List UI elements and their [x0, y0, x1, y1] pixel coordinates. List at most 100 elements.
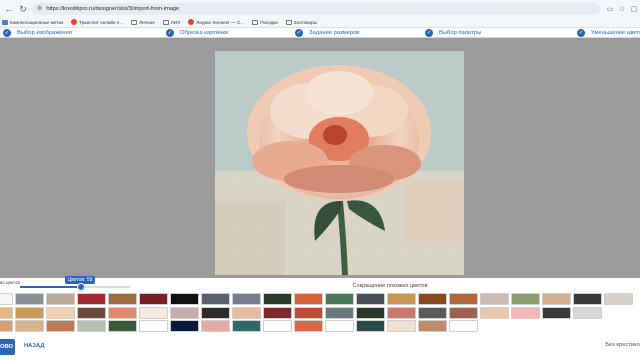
palette-swatch[interactable] — [108, 320, 137, 332]
bookmark-item[interactable]: ЛИЛ — [162, 19, 181, 25]
wizard-step-label: Задание размеров — [309, 30, 360, 36]
wizard-step[interactable]: ✓ Выбор палитры — [425, 29, 481, 37]
bookmark-item[interactable]: Зоотовары — [285, 19, 317, 25]
slider-thumb[interactable] — [76, 282, 85, 291]
palette-swatch[interactable] — [108, 293, 137, 305]
palette-swatch[interactable] — [46, 320, 75, 332]
palette-swatch[interactable] — [0, 307, 13, 319]
folder-icon — [162, 19, 169, 25]
no-cross-toggle[interactable]: Без крестико — [605, 342, 640, 348]
site-info-icon[interactable]: ⚙ — [37, 5, 42, 12]
palette-swatch[interactable] — [46, 293, 75, 305]
palette-swatch[interactable] — [511, 293, 540, 305]
extensions-icon[interactable]: ▢ — [630, 5, 638, 13]
palette-swatch[interactable] — [0, 320, 13, 332]
palette-swatch[interactable] — [294, 307, 323, 319]
palette-swatch[interactable] — [170, 320, 199, 332]
bookmark-label: Яндекс Коннект — С... — [196, 19, 245, 25]
palette-swatch[interactable] — [387, 320, 416, 332]
palette-swatch[interactable] — [139, 320, 168, 332]
cast-icon[interactable]: ▭ — [606, 5, 614, 13]
wizard-step[interactable]: ✓ Обрезка картинки — [166, 29, 228, 37]
palette-swatch[interactable] — [15, 293, 44, 305]
colors-slider[interactable]: Цветов: 59 — [20, 276, 130, 291]
back-arrow-icon[interactable]: ← — [4, 4, 14, 14]
wizard-step-label: Выбор изображения — [17, 30, 72, 36]
folder-icon — [131, 19, 138, 25]
pattern-preview-image — [215, 51, 464, 275]
palette-swatch[interactable] — [15, 307, 44, 319]
palette-swatch[interactable] — [480, 307, 509, 319]
palette-swatch[interactable] — [325, 307, 354, 319]
palette-swatch[interactable] — [263, 320, 292, 332]
palette-swatch[interactable] — [294, 320, 323, 332]
palette-swatch[interactable] — [449, 293, 478, 305]
folder-icon — [285, 19, 292, 25]
palette-swatch[interactable] — [232, 320, 261, 332]
palette-swatch[interactable] — [325, 320, 354, 332]
palette-swatch[interactable] — [418, 307, 447, 319]
palette-swatch[interactable] — [139, 307, 168, 319]
palette-swatch[interactable] — [77, 293, 106, 305]
check-icon: ✓ — [425, 29, 433, 37]
palette-swatch[interactable] — [511, 307, 540, 319]
next-button[interactable]: ОВО — [0, 339, 15, 355]
bookmark-item[interactable]: Компенсационные метки — [2, 19, 63, 25]
palette-swatch[interactable] — [232, 307, 261, 319]
bookmark-star-icon[interactable]: ☆ — [618, 5, 626, 13]
bookmark-favicon-icon — [2, 19, 8, 25]
palette-swatch[interactable] — [170, 293, 199, 305]
palette-swatch[interactable] — [356, 320, 385, 332]
url-field[interactable]: ⚙ https://krestikpro.ru/designer/slot/3/… — [32, 2, 600, 15]
peony-pattern-svg — [215, 51, 464, 275]
palette-swatch[interactable] — [387, 293, 416, 305]
palette-swatch[interactable] — [480, 293, 509, 305]
palette-swatch[interactable] — [573, 293, 602, 305]
bookmark-item[interactable]: Поездки — [252, 19, 278, 25]
bottom-actions: ОВО НАЗАД Без крестико — [0, 339, 640, 360]
palette-swatch[interactable] — [573, 307, 602, 319]
reload-icon[interactable]: ↻ — [18, 4, 28, 14]
palette-swatch[interactable] — [449, 320, 478, 332]
bookmark-item[interactable]: Личное — [131, 19, 155, 25]
palette-swatch[interactable] — [387, 307, 416, 319]
bookmark-label: Зоотовары — [293, 19, 317, 25]
bookmark-item[interactable]: Транслит онлайн п... — [71, 19, 123, 25]
palette-swatch[interactable] — [46, 307, 75, 319]
palette-swatch[interactable] — [201, 293, 230, 305]
back-button[interactable]: НАЗАД — [24, 343, 45, 349]
palette-swatch[interactable] — [108, 307, 137, 319]
bookmark-label: ЛИЛ — [170, 19, 181, 25]
palette-swatch[interactable] — [170, 307, 199, 319]
palette-swatch[interactable] — [542, 307, 571, 319]
palette-swatch[interactable] — [263, 307, 292, 319]
palette-swatch[interactable] — [604, 293, 633, 305]
palette-swatch[interactable] — [15, 320, 44, 332]
palette-swatch[interactable] — [418, 293, 447, 305]
palette-swatch[interactable] — [201, 307, 230, 319]
wizard-step[interactable]: ✓ Уменьшение цветов — [577, 29, 640, 37]
wizard-step[interactable]: ✓ Задание размеров — [295, 29, 359, 37]
colors-count-label: во цветов — [0, 280, 20, 285]
palette-swatch[interactable] — [356, 293, 385, 305]
palette-swatch[interactable] — [418, 320, 447, 332]
bookmark-item[interactable]: Яндекс Коннект — С... — [188, 19, 244, 25]
bookmark-label: Поездки — [260, 19, 278, 25]
palette-swatch[interactable] — [201, 320, 230, 332]
palette-swatch[interactable] — [139, 293, 168, 305]
wizard-step[interactable]: ✓ Выбор изображения — [3, 29, 72, 37]
bookmarks-bar: Компенсационные метки Транслит онлайн п..… — [0, 17, 640, 28]
palette-swatch[interactable] — [77, 307, 106, 319]
palette-swatch[interactable] — [0, 293, 13, 305]
screen: ← ↻ ⚙ https://krestikpro.ru/designer/slo… — [0, 0, 640, 360]
palette-swatch[interactable] — [232, 293, 261, 305]
palette-swatch[interactable] — [325, 293, 354, 305]
palette-swatch[interactable] — [449, 307, 478, 319]
palette-swatch[interactable] — [294, 293, 323, 305]
palette-swatch[interactable] — [263, 293, 292, 305]
palette-swatch[interactable] — [356, 307, 385, 319]
url-text: https://krestikpro.ru/designer/slot/3/im… — [46, 5, 180, 12]
palette-swatch[interactable] — [542, 293, 571, 305]
palette-swatch[interactable] — [77, 320, 106, 332]
reduce-similar-colors-title: Сокращение похожих цветов — [352, 283, 428, 289]
